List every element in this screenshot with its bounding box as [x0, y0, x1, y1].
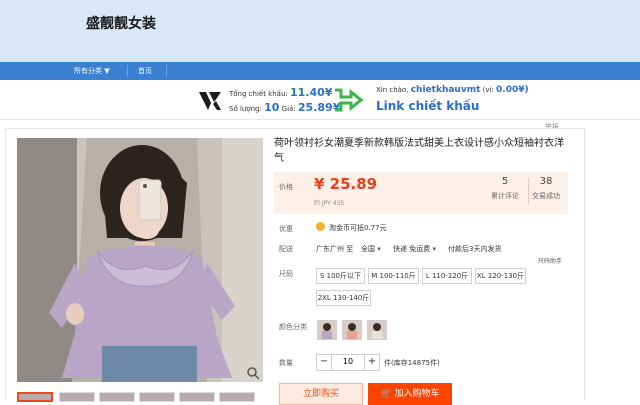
cart-icon: 🛒: [380, 389, 392, 399]
ship-destination-select[interactable]: 全国 ▾: [361, 244, 381, 254]
nav-all-categories[interactable]: 所有分类 ▼: [74, 66, 110, 76]
size-option[interactable]: 2XL 130-140斤: [316, 290, 371, 306]
promo-label: 优惠: [279, 225, 293, 233]
nav-divider: [127, 65, 128, 77]
thumbnail-item[interactable]: [17, 392, 53, 402]
category-navbar: 所有分类 ▼ 首页: [0, 62, 640, 80]
quantity-price-summary: Số lượng: 10 Giá: 25.89¥: [229, 101, 341, 114]
size-label: 尺码: [279, 270, 293, 278]
total-discount-value: 11.40¥: [289, 86, 333, 99]
add-to-cart-button[interactable]: 🛒 加入购物车: [368, 383, 452, 405]
product-price: ¥ 25.89: [314, 175, 378, 193]
jpy-price: 约 JPY 435: [314, 200, 345, 207]
size-option[interactable]: S 100斤以下: [316, 268, 365, 284]
nav-divider: [166, 65, 167, 77]
color-swatch[interactable]: [367, 320, 387, 340]
size-helper-link[interactable]: 尺码助手: [538, 256, 562, 265]
discount-link[interactable]: Link chiết khấu: [376, 99, 479, 113]
color-label: 颜色分类: [279, 323, 307, 331]
color-swatch-image: [368, 321, 386, 339]
ship-from: 广东广州 至: [316, 245, 354, 253]
coin-icon: [316, 222, 325, 231]
size-option[interactable]: L 110-120斤: [422, 268, 472, 284]
chevron-down-icon: ▾: [432, 245, 436, 253]
thumbnail-item[interactable]: [139, 392, 175, 402]
promo-text: 淘金币可抵0.77元: [329, 224, 387, 232]
zoom-icon[interactable]: [246, 366, 260, 380]
total-discount: Tổng chiết khấu: 11.40¥: [229, 86, 333, 99]
minus-icon[interactable]: −: [317, 355, 331, 370]
user-greeting: Xin chào, chietkhauvmt (ví: 0.00¥): [376, 85, 529, 95]
color-swatch-image: [318, 321, 336, 339]
chevron-down-icon: ▼: [104, 67, 110, 75]
color-swatch-image: [343, 321, 361, 339]
quantity-input[interactable]: 10: [331, 355, 365, 370]
reviews-count[interactable]: 5: [485, 176, 525, 187]
wallet-balance: 0.00¥): [496, 85, 529, 95]
price-label: 价格: [279, 183, 293, 191]
store-header: 盛靓靓女装: [0, 0, 640, 62]
sales-label: 交易成功: [532, 192, 560, 200]
store-name[interactable]: 盛靓靓女装: [86, 13, 156, 33]
thumbnail-item[interactable]: [219, 392, 255, 402]
sales-count: 38: [539, 176, 553, 187]
buy-now-button[interactable]: 立即购买: [279, 383, 363, 405]
size-option[interactable]: M 100-110斤: [368, 268, 419, 284]
product-photo-illustration: [17, 138, 263, 382]
quantity-value: 10: [264, 101, 280, 114]
color-swatch[interactable]: [317, 320, 337, 340]
username: chietkhauvmt: [410, 85, 481, 95]
extension-logo-icon: [199, 92, 221, 110]
thumbnail-item[interactable]: [179, 392, 215, 402]
color-swatch[interactable]: [342, 320, 362, 340]
quantity-stepper: − 10 +: [316, 354, 380, 371]
product-title: 荷叶领衬衫女潮夏季新款韩版法式甜美上衣设计感小众短袖衬衣洋气: [274, 138, 564, 164]
thumbnail-item[interactable]: [99, 392, 135, 402]
plus-icon[interactable]: +: [365, 355, 379, 370]
stock-text: 件(库存14875件): [384, 359, 440, 367]
arrow-right-icon: [335, 88, 363, 112]
chevron-down-icon: ▾: [377, 245, 381, 253]
discount-extension-bar: Tổng chiết khấu: 11.40¥ Số lượng: 10 Giá…: [0, 80, 640, 120]
ship-time: 付款后3天内发货: [448, 245, 502, 253]
shipping-label: 配送: [279, 245, 293, 253]
thumbnail-item[interactable]: [59, 392, 95, 402]
quantity-label: 数量: [279, 359, 293, 367]
product-main-image[interactable]: [17, 138, 263, 382]
ship-express-select[interactable]: 快递 免运费 ▾: [393, 244, 436, 254]
size-option[interactable]: XL 120-130斤: [475, 268, 526, 284]
nav-home[interactable]: 首页: [138, 66, 152, 76]
thumbnail-strip: [17, 390, 263, 402]
